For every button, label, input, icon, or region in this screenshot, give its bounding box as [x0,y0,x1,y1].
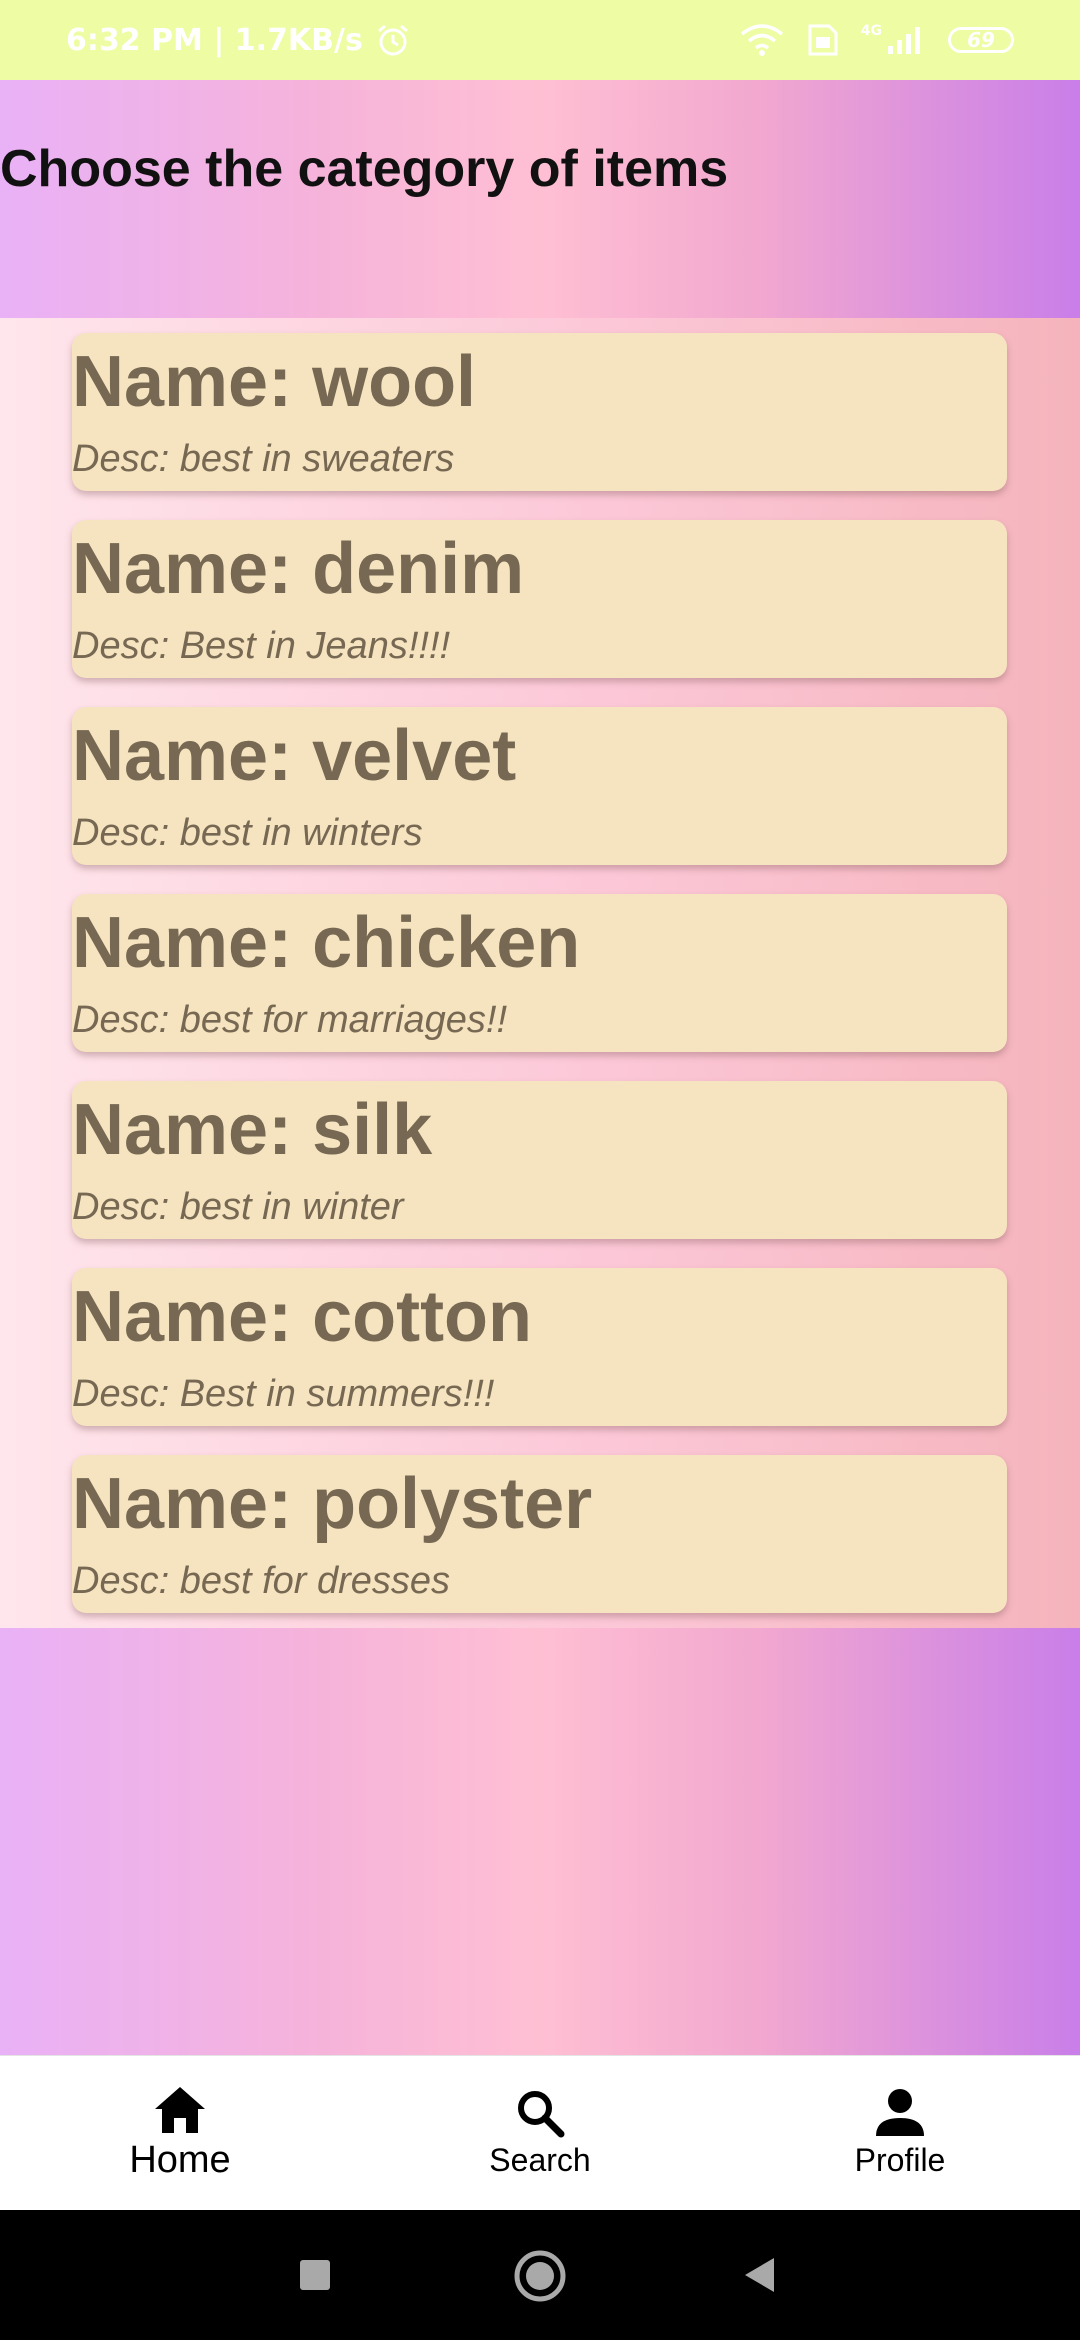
nav-search-label: Search [489,2142,591,2178]
category-name: Name: velvet [72,716,517,796]
category-name: Name: denim [72,529,525,609]
recents-square-icon[interactable] [298,2258,332,2292]
page-title: Choose the category of items [0,140,729,198]
nav-home-label: Home [129,2139,231,2181]
category-name: Name: wool [72,342,477,422]
bottom-navigation: Home Search Profile [0,2055,1080,2211]
status-left: 6:32 PM | 1.7KB/s [66,22,411,58]
wifi-icon [740,24,783,56]
category-name: Name: silk [72,1090,433,1170]
person-icon [876,2089,924,2136]
category-card-wool[interactable]: Name: wool Desc: best in sweaters [72,333,1007,491]
category-name: Name: chicken [72,903,581,983]
status-bar: 6:32 PM | 1.7KB/s 4G 69 [0,0,1080,80]
category-desc: Desc: best in winter [72,1186,404,1228]
category-desc: Desc: best in winters [72,812,423,854]
category-desc: Desc: best for dresses [72,1560,451,1602]
category-name: Name: cotton [72,1277,533,1357]
category-desc: Desc: Best in Jeans!!!! [72,625,451,667]
nav-search[interactable]: Search [360,2056,720,2211]
network-type: 4G [860,23,882,39]
category-list: Name: wool Desc: best in sweaters Name: … [0,318,1080,1628]
nav-profile[interactable]: Profile [720,2056,1080,2211]
category-card-velvet[interactable]: Name: velvet Desc: best in winters [72,707,1007,865]
category-card-polyster[interactable]: Name: polyster Desc: best for dresses [72,1455,1007,1613]
status-time: 6:32 PM | 1.7KB/s [66,22,363,58]
category-card-silk[interactable]: Name: silk Desc: best in winter [72,1081,1007,1239]
system-navigation-bar [0,2210,1080,2340]
category-desc: Desc: best for marriages!! [72,999,508,1041]
category-card-chicken[interactable]: Name: chicken Desc: best for marriages!! [72,894,1007,1052]
signal-icon [888,27,920,54]
sim-icon [808,24,838,56]
home-circle-icon[interactable] [512,2248,568,2304]
category-card-cotton[interactable]: Name: cotton Desc: Best in summers!!! [72,1268,1007,1426]
back-triangle-icon[interactable] [740,2255,780,2295]
category-name: Name: polyster [72,1464,593,1544]
category-desc: Desc: best in sweaters [72,438,455,480]
battery-icon: 69 [948,27,1014,53]
status-right: 4G 69 [739,23,1014,57]
home-icon [155,2087,205,2133]
alarm-icon [377,24,408,56]
nav-profile-label: Profile [854,2142,946,2178]
search-icon [518,2091,565,2138]
category-card-denim[interactable]: Name: denim Desc: Best in Jeans!!!! [72,520,1007,678]
battery-level: 69 [967,28,995,52]
category-desc: Desc: Best in summers!!! [72,1373,495,1415]
nav-home[interactable]: Home [0,2056,360,2211]
